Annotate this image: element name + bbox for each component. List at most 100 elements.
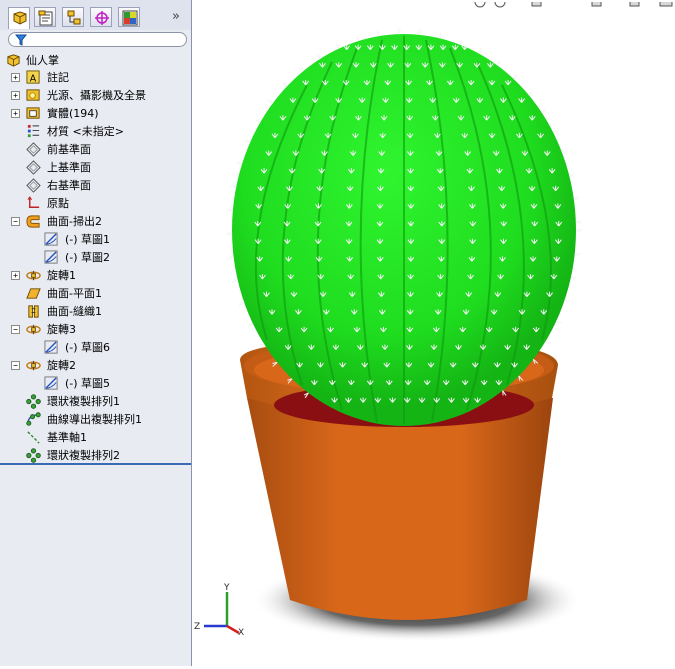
tree-item[interactable]: (-) 草圖1 xyxy=(0,231,190,248)
tree-item-label: 註記 xyxy=(47,71,69,84)
property-manager-icon xyxy=(38,10,53,26)
tree-item-label: 原點 xyxy=(47,197,69,210)
graphics-area[interactable]: Y Z X xyxy=(192,0,675,666)
dimxpert-icon xyxy=(95,11,109,25)
panel-tab-bar: » xyxy=(0,0,191,30)
tree-item[interactable]: (-) 草圖6 xyxy=(0,339,190,356)
tree-item-label: 曲面-平面1 xyxy=(47,287,102,300)
tree-expander[interactable]: + xyxy=(11,109,20,118)
configuration-manager-tab[interactable] xyxy=(62,7,84,27)
tree-item[interactable]: + A 註記 xyxy=(0,69,190,86)
circular-pattern-icon xyxy=(26,394,41,409)
svg-text:A: A xyxy=(30,73,37,84)
pot-body xyxy=(247,398,553,620)
planar-surface-icon xyxy=(26,288,41,299)
tree-item-label: 曲線導出複製排列1 xyxy=(47,413,142,426)
tree-expander[interactable]: + xyxy=(11,73,20,82)
sketch-icon xyxy=(44,340,58,354)
tree-item[interactable]: 基準軸1 xyxy=(0,429,190,446)
origin-icon xyxy=(27,196,40,208)
feature-manager-panel: » 仙人掌 + A 註記 + 光源、攝影機及全景 + 實體(194) 材質 <未指定> 前基準面上… xyxy=(0,0,192,666)
knit-surface-icon xyxy=(28,305,39,318)
tree-item-label: 光源、攝影機及全景 xyxy=(47,89,146,102)
tree-item-label: 旋轉3 xyxy=(47,323,76,336)
tree-item[interactable]: (-) 草圖2 xyxy=(0,249,190,266)
tree-item[interactable]: 曲面-平面1 xyxy=(0,285,190,302)
tree-item-label: 旋轉1 xyxy=(47,269,76,282)
more-tabs-chevron[interactable]: » xyxy=(172,9,180,24)
surface-sweep-icon xyxy=(26,215,40,228)
display-manager-tab[interactable] xyxy=(118,7,140,27)
triad-z-label: Z xyxy=(194,622,200,632)
tree-item-label: 環狀複製排列2 xyxy=(47,449,120,462)
cactus-model-render xyxy=(226,28,582,642)
tree-expander[interactable]: + xyxy=(11,91,20,100)
plane-icon xyxy=(26,160,41,175)
axis-icon xyxy=(27,431,40,444)
tree-item[interactable]: 環狀複製排列2 xyxy=(0,447,190,464)
panel-divider xyxy=(0,463,191,465)
property-manager-tab[interactable] xyxy=(34,7,56,27)
display-manager-icon xyxy=(122,10,138,26)
tree-item[interactable]: − 旋轉3 xyxy=(0,321,190,338)
tree-item[interactable]: − 旋轉2 xyxy=(0,357,190,374)
tree-item[interactable]: 環狀複製排列1 xyxy=(0,393,190,410)
solid-bodies-icon xyxy=(26,107,40,119)
tree-item[interactable]: 材質 <未指定> xyxy=(0,123,190,140)
tree-item[interactable]: 原點 xyxy=(0,195,190,212)
tree-expander[interactable]: + xyxy=(11,271,20,280)
curve-pattern-icon xyxy=(26,412,41,426)
zoom-area-icon[interactable] xyxy=(494,0,506,8)
revolve-icon xyxy=(26,324,41,335)
tree-item-label: (-) 草圖2 xyxy=(65,251,111,264)
tree-item-label: 環狀複製排列1 xyxy=(47,395,120,408)
tree-expander[interactable]: − xyxy=(11,361,20,370)
sketch-icon xyxy=(44,376,58,390)
zoom-fit-icon[interactable] xyxy=(474,0,486,8)
lights-cameras-icon xyxy=(26,89,40,101)
tree-item-label: 前基準面 xyxy=(47,143,91,156)
revolve-icon xyxy=(26,360,41,371)
tree-item[interactable]: 曲面-縫織1 xyxy=(0,303,190,320)
part-icon xyxy=(7,54,20,67)
plane-icon xyxy=(26,178,41,193)
tree-root-label: 仙人掌 xyxy=(26,54,59,67)
tree-item-label: 旋轉2 xyxy=(47,359,76,372)
previous-view-icon[interactable] xyxy=(531,0,542,7)
filter-icon xyxy=(15,34,27,46)
tree-item-label: (-) 草圖1 xyxy=(65,233,111,246)
tree-item[interactable]: + 光源、攝影機及全景 xyxy=(0,87,190,104)
revolve-icon xyxy=(26,270,41,281)
tree-item-label: 曲面-縫織1 xyxy=(47,305,102,318)
tree-item[interactable]: 曲線導出複製排列1 xyxy=(0,411,190,428)
tree-item[interactable]: + 旋轉1 xyxy=(0,267,190,284)
tree-item[interactable]: − 曲面-掃出2 xyxy=(0,213,190,230)
plane-icon xyxy=(26,142,41,157)
tree-item-label: 右基準面 xyxy=(47,179,91,192)
tree-item[interactable]: + 實體(194) xyxy=(0,105,190,122)
heads-up-view-toolbar xyxy=(470,0,675,8)
tree-root[interactable]: 仙人掌 xyxy=(0,52,190,69)
tree-item-label: 材質 <未指定> xyxy=(47,125,124,138)
tree-item[interactable]: (-) 草圖5 xyxy=(0,375,190,392)
tree-item-label: 曲面-掃出2 xyxy=(47,215,102,228)
dimxpert-tab[interactable] xyxy=(90,7,112,27)
view-orientation-icon[interactable] xyxy=(629,0,640,7)
feature-manager-icon xyxy=(13,11,27,25)
sketch-icon xyxy=(44,232,58,246)
tree-filter-field[interactable] xyxy=(8,32,187,47)
tree-expander[interactable]: − xyxy=(11,217,20,226)
configuration-manager-icon xyxy=(67,10,81,25)
display-style-icon[interactable] xyxy=(659,0,673,7)
tree-item[interactable]: 右基準面 xyxy=(0,177,190,194)
tree-item[interactable]: 上基準面 xyxy=(0,159,190,176)
triad-y-label: Y xyxy=(223,583,230,593)
circular-pattern-icon xyxy=(26,448,41,463)
tree-expander[interactable]: − xyxy=(11,325,20,334)
tree-item-label: 基準軸1 xyxy=(47,431,87,444)
tree-item[interactable]: 前基準面 xyxy=(0,141,190,158)
tree-item-label: 上基準面 xyxy=(47,161,91,174)
feature-manager-tab[interactable] xyxy=(8,7,30,29)
section-view-icon[interactable] xyxy=(591,0,602,7)
annotation-icon: A xyxy=(26,70,40,84)
